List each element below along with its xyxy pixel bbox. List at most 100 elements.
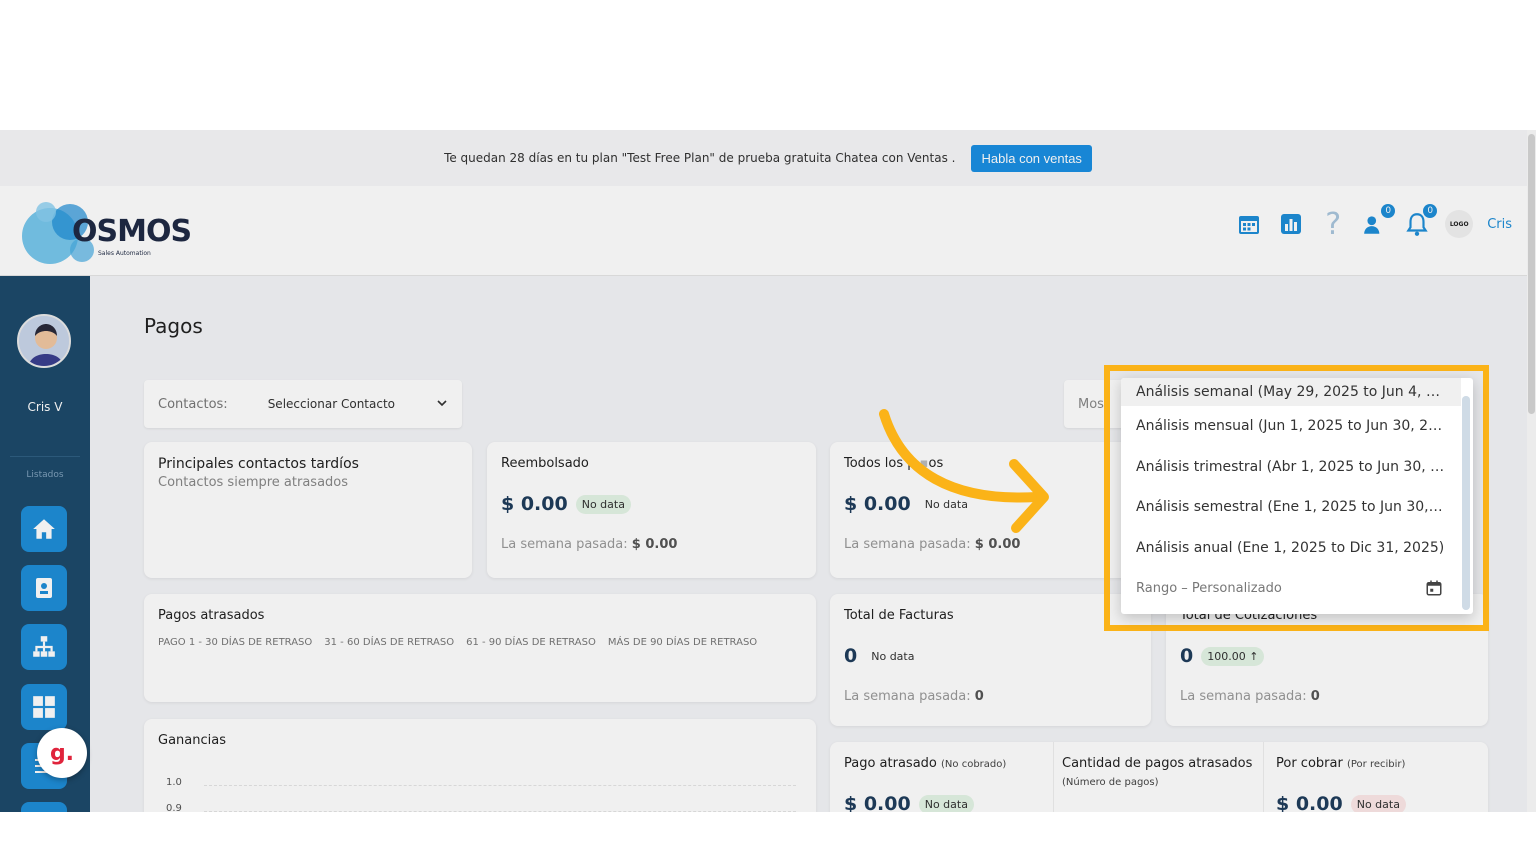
invoices-status-badge: No data [871, 649, 915, 663]
talk-to-sales-button[interactable]: Habla con ventas [971, 144, 1092, 172]
invoices-title: Total de Facturas [844, 608, 954, 623]
chevron-down-icon [436, 397, 448, 412]
dropdown-option-quarterly-label: Análisis trimestral (Abr 1, 2025 to Jun … [1136, 458, 1446, 475]
calendar-icon[interactable] [1235, 210, 1263, 238]
dropdown-option-quarterly[interactable]: Análisis trimestral (Abr 1, 2025 to Jun … [1121, 447, 1461, 488]
quotes-last-week-label: La semana pasada: [1180, 689, 1307, 704]
refunded-amount: $ 0.00 [501, 493, 568, 515]
contacts-icon[interactable]: 0 [1361, 204, 1396, 238]
late-payment-title: Pago atrasado [844, 756, 937, 771]
to-collect-title: Por cobrar [1276, 756, 1343, 771]
contact-book-icon [36, 578, 52, 598]
aging-col-1: PAGO 1 - 30 DÍAS DE RETRASO [158, 637, 313, 648]
refunded-card: Reembolsado $ 0.00 No data La semana pas… [487, 442, 816, 578]
logo-tagline: Sales Automation [98, 250, 151, 257]
period-dropdown-menu: Análisis semanal (May 29, 2025 to Jun 4,… [1121, 378, 1473, 614]
sidebar: Cris V Listados [0, 276, 90, 812]
dropdown-scrollbar-thumb[interactable] [1462, 396, 1470, 610]
sidebar-user-name: Cris V [27, 400, 63, 414]
earnings-title: Ganancias [158, 733, 226, 748]
contact-select-label: Contactos: [158, 396, 228, 412]
logo-wordmark: OSMOS [72, 214, 192, 249]
dropdown-option-semiannual-label: Análisis semestral (Ene 1, 2025 to Jun 3… [1136, 499, 1446, 516]
chat-widget-button[interactable]: g. [37, 728, 87, 778]
earnings-y-tick: 0.9 [166, 803, 182, 812]
sidebar-item-org[interactable] [21, 624, 67, 670]
late-payment-status-badge: No data [918, 794, 974, 812]
refunded-last-week-label: La semana pasada: [501, 537, 628, 552]
user-logo-avatar[interactable]: LOGO [1445, 210, 1474, 238]
invoices-last-week-label: La semana pasada: [844, 689, 971, 704]
refunded-title: Reembolsado [501, 456, 589, 471]
to-collect-status-badge: No data [1350, 794, 1406, 812]
top-icons: ? 0 0 LOGO Cris [1235, 204, 1512, 242]
page-scrollbar[interactable] [1527, 130, 1536, 812]
sidebar-section-label: Listados [26, 470, 64, 480]
dropdown-option-annual-label: Análisis anual (Ene 1, 2025 to Dic 31, 2… [1136, 539, 1445, 556]
page-scrollbar-thumb[interactable] [1528, 134, 1535, 414]
late-payment-subtitle: (No cobrado) [941, 759, 1007, 770]
earnings-gridline [204, 785, 796, 786]
period-select-label: Mos [1078, 396, 1104, 412]
refunded-last-week-value: $ 0.00 [631, 537, 678, 552]
quotes-last-week-value: 0 [1310, 689, 1320, 704]
to-collect-amount: $ 0.00 [1276, 793, 1343, 812]
refunded-status-badge: No data [575, 494, 631, 514]
overdue-payments-title: Pagos atrasados [158, 608, 265, 623]
aging-col-3: 61 - 90 DÍAS DE RETRASO [466, 637, 596, 648]
sidebar-item-contacts[interactable] [21, 565, 67, 611]
overdue-payments-card: Pagos atrasados PAGO 1 - 30 DÍAS DE RETR… [144, 594, 816, 702]
late-contacts-card: Principales contactos tardíos Contactos … [144, 442, 472, 578]
dropdown-option-semiannual[interactable]: Análisis semestral (Ene 1, 2025 to Jun 3… [1121, 487, 1461, 528]
annotation-arrow-icon [879, 409, 1049, 533]
quotes-pill-value: 100.00 [1207, 649, 1246, 663]
quotes-status-badge: 100.00 ↑ [1201, 646, 1265, 666]
contact-select[interactable]: Contactos: Seleccionar Contacto [144, 380, 462, 428]
hierarchy-icon [33, 636, 55, 657]
osmos-logo[interactable]: OSMOS Sales Automation [20, 192, 192, 270]
late-contacts-title: Principales contactos tardíos [158, 456, 359, 472]
user-avatar[interactable] [17, 314, 71, 368]
to-collect-stat: Por cobrar (Por recibir) $ 0.00 No data [1264, 742, 1488, 812]
quotes-amount: 0 [1180, 645, 1194, 667]
notifications-badge: 0 [1423, 204, 1438, 218]
dropdown-option-weekly-label: Análisis semanal (May 29, 2025 to Jun 4,… [1136, 384, 1446, 400]
overdue-aging-headers: PAGO 1 - 30 DÍAS DE RETRASO 31 - 60 DÍAS… [158, 637, 802, 648]
dropdown-scrollbar[interactable] [1462, 396, 1470, 610]
analytics-icon[interactable] [1277, 210, 1305, 238]
earnings-gridline [204, 811, 796, 812]
dropdown-option-annual[interactable]: Análisis anual (Ene 1, 2025 to Dic 31, 2… [1121, 528, 1461, 569]
bell-icon[interactable]: 0 [1403, 204, 1438, 238]
earnings-card: Ganancias 1.0 0.9 [144, 719, 816, 812]
help-icon[interactable]: ? [1319, 207, 1347, 242]
page-title: Pagos [144, 314, 203, 338]
trial-banner-text: Te quedan 28 días en tu plan "Test Free … [444, 151, 956, 165]
sidebar-item-dashboard[interactable] [21, 684, 67, 730]
late-payment-stat: Pago atrasado (No cobrado) $ 0.00 No dat… [830, 742, 1054, 812]
aging-col-2: 31 - 60 DÍAS DE RETRASO [324, 637, 455, 648]
grid-icon [33, 696, 55, 718]
aging-col-4: MÁS DE 90 DÍAS DE RETRASO [607, 637, 758, 648]
dropdown-option-monthly[interactable]: Análisis mensual (Jun 1, 2025 to Jun 30,… [1121, 406, 1461, 447]
dropdown-option-monthly-label: Análisis mensual (Jun 1, 2025 to Jun 30,… [1136, 418, 1446, 435]
late-count-stat: Cantidad de pagos atrasados (Número de p… [1054, 742, 1264, 812]
earnings-y-tick: 1.0 [166, 777, 182, 788]
late-count-subtitle: (Número de pagos) [1062, 777, 1159, 788]
calendar-icon[interactable] [1425, 579, 1443, 597]
sidebar-item-home[interactable] [21, 506, 67, 552]
late-contacts-subtitle: Contactos siempre atrasados [158, 475, 349, 490]
user-name-link[interactable]: Cris [1487, 217, 1512, 232]
invoices-last-week-value: 0 [974, 689, 984, 704]
custom-range-label: Rango – Personalizado [1136, 580, 1282, 596]
contact-select-value: Seleccionar Contacto [267, 397, 396, 411]
dropdown-option-weekly[interactable]: Análisis semanal (May 29, 2025 to Jun 4,… [1121, 378, 1461, 406]
late-payment-amount: $ 0.00 [844, 793, 911, 812]
sidebar-divider [10, 456, 80, 457]
invoices-amount: 0 [844, 645, 858, 667]
sidebar-item-more[interactable] [21, 802, 67, 812]
top-bar: OSMOS Sales Automation ? 0 0 LOGO Cris [0, 186, 1536, 276]
dropdown-custom-range[interactable]: Rango – Personalizado [1121, 568, 1461, 608]
late-count-title: Cantidad de pagos atrasados [1062, 756, 1253, 771]
trial-banner: Te quedan 28 días en tu plan "Test Free … [0, 130, 1536, 186]
invoices-card: Total de Facturas 0 No data La semana pa… [830, 594, 1151, 726]
